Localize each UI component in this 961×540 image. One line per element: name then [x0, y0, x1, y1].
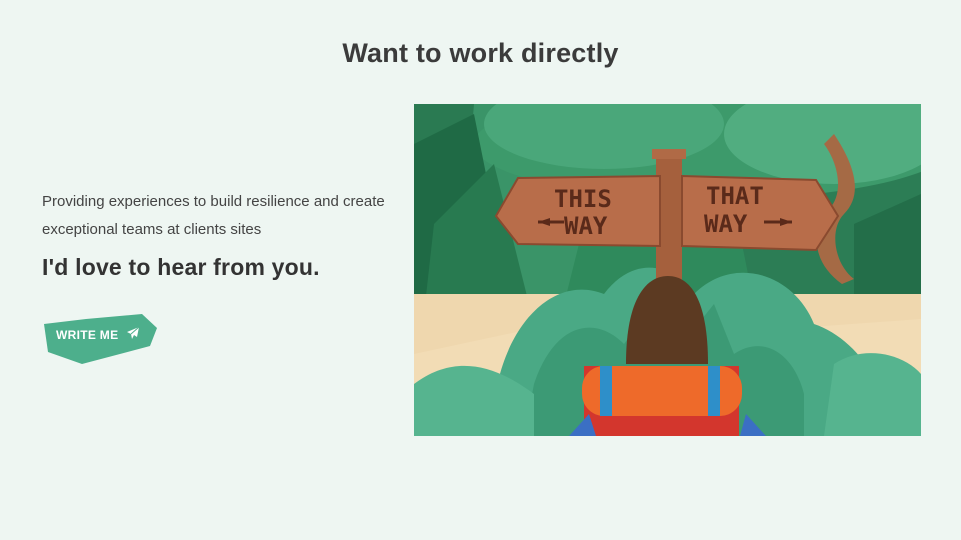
write-me-button[interactable]: WRITE ME [42, 314, 158, 366]
sign-right-line2: WAY [704, 210, 748, 238]
crossroads-illustration: THIS WAY THAT WAY [414, 104, 921, 436]
intro-description: Providing experiences to build resilienc… [42, 193, 385, 238]
sign-left-line1: THIS [554, 185, 612, 213]
paper-plane-icon [127, 326, 140, 339]
sign-left-line2: WAY [564, 212, 608, 240]
intro-section: Providing experiences to build resilienc… [42, 188, 387, 281]
page-title: Want to work directly [342, 38, 619, 68]
sign-right-line1: THAT [706, 182, 764, 210]
write-me-label: WRITE ME [56, 328, 119, 342]
intro-cta-heading: I'd love to hear from you. [42, 254, 320, 280]
